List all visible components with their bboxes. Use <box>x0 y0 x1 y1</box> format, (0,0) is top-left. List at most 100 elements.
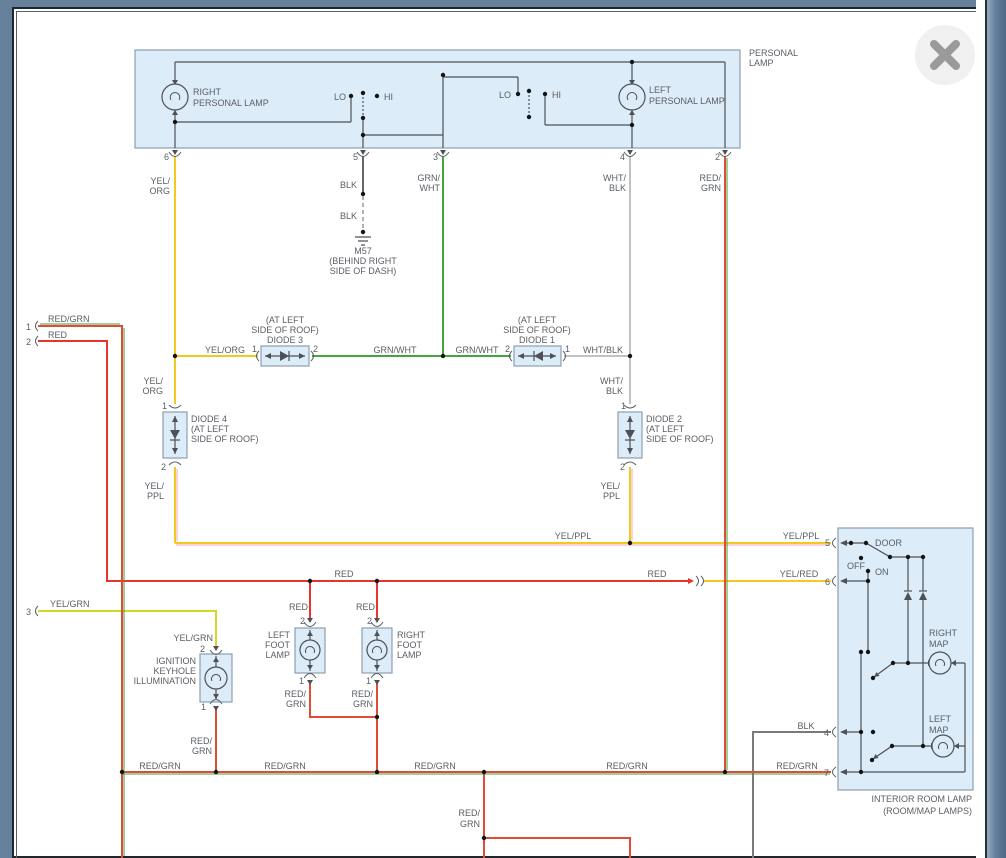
wire-label: WHT/ <box>603 173 626 183</box>
wire-blk <box>753 732 831 858</box>
ignition-label: ILLUMINATION <box>134 676 196 686</box>
wire-label: GRN <box>192 746 212 756</box>
wire-label: ORG <box>149 186 170 196</box>
pin-number: 1 <box>201 702 206 712</box>
wire-label: YEL/PPL <box>555 531 592 541</box>
lo-label: LO <box>499 90 511 100</box>
pin-number: 2 <box>313 344 318 354</box>
pin-number: 7 <box>824 768 829 778</box>
right-personal-lamp-label: PERSONAL LAMP <box>193 98 269 108</box>
wire-label: RED/ <box>190 736 212 746</box>
wire-label: YEL/ <box>600 481 620 491</box>
wire-label: RED/GRN <box>139 761 181 771</box>
diode-2-location: (AT LEFT <box>646 424 685 434</box>
diode-4-label: DIODE 4 <box>191 414 227 424</box>
diode-4-location: SIDE OF ROOF) <box>191 434 259 444</box>
wire-label: RED/GRN <box>606 761 648 771</box>
pin-number: 1 <box>299 676 304 686</box>
right-foot-lamp-bulb <box>367 640 387 660</box>
right-map-label: MAP <box>929 639 949 649</box>
left-foot-lamp-label: LEFT <box>268 630 291 640</box>
left-map-bulb <box>932 735 954 757</box>
wire-label: YEL/GRN <box>50 599 90 609</box>
right-foot-lamp-label: LAMP <box>397 650 422 660</box>
diode-2-label: DIODE 2 <box>646 414 682 424</box>
pin-number: 1 <box>366 676 371 686</box>
wire-label: GRN <box>353 699 373 709</box>
component-boxes <box>135 50 973 790</box>
wire-label: YEL/GRN <box>173 633 213 643</box>
wire-label: PPL <box>147 491 164 501</box>
diode-3-location: SIDE OF ROOF) <box>251 325 319 335</box>
right-map-bulb <box>929 652 951 674</box>
wire-label: WHT <box>420 183 441 193</box>
wire-red-grn <box>38 326 122 858</box>
wire-red-grn <box>484 838 630 858</box>
pin-number: 2 <box>367 616 372 626</box>
wire-label: YEL/RED <box>780 569 819 579</box>
wire-label: PPL <box>603 491 620 501</box>
wire-label: BLK <box>797 721 814 731</box>
wire-label: RED/GRN <box>776 761 818 771</box>
switch-on-label: ON <box>875 567 889 577</box>
wire-label: RED <box>334 569 354 579</box>
pin-number: 2 <box>161 462 166 472</box>
wire-label: YEL/ORG <box>205 345 245 355</box>
personal-lamp-title: PERSONAL <box>749 48 798 58</box>
ground-location: SIDE OF DASH) <box>330 266 397 276</box>
personal-lamp-title: LAMP <box>749 58 774 68</box>
left-map-label: LEFT <box>929 714 952 724</box>
right-personal-lamp-label: RIGHT <box>193 87 222 97</box>
left-personal-lamp-label: PERSONAL LAMP <box>649 96 725 106</box>
wire-label: GRN/WHT <box>374 345 417 355</box>
ignition-keyhole-bulb <box>205 667 227 689</box>
diode-1-location: SIDE OF ROOF) <box>503 325 571 335</box>
left-map-label: MAP <box>929 725 949 735</box>
right-foot-lamp-label: RIGHT <box>397 630 426 640</box>
wire-label: ORG <box>142 386 163 396</box>
pin-number: 2 <box>715 152 720 162</box>
left-foot-lamp-label: FOOT <box>265 640 290 650</box>
wire-label: RED/GRN <box>414 761 456 771</box>
pin-number: 4 <box>824 728 829 738</box>
wire-label: WHT/ <box>600 376 623 386</box>
right-personal-lamp-bulb <box>162 84 188 110</box>
pin-number: 1 <box>162 401 167 411</box>
wires <box>38 156 831 858</box>
left-foot-lamp-label: LAMP <box>265 650 290 660</box>
pin-number: 2 <box>620 462 625 472</box>
pin-number: 1 <box>621 401 626 411</box>
wire-label: BLK <box>340 180 357 190</box>
ground-location: (BEHIND RIGHT <box>329 256 397 266</box>
diode-3-location: (AT LEFT <box>266 315 305 325</box>
diode-2-location: SIDE OF ROOF) <box>646 434 714 444</box>
interior-room-lamp-title: INTERIOR ROOM LAMP <box>871 794 972 804</box>
wire-label: RED/GRN <box>264 761 306 771</box>
pin-number: 1 <box>565 344 570 354</box>
diode-1-location: (AT LEFT <box>518 315 557 325</box>
close-button[interactable] <box>915 25 975 85</box>
diode-1-label: DIODE 1 <box>519 335 555 345</box>
lo-label: LO <box>334 92 346 102</box>
left-personal-lamp-bulb <box>619 84 645 110</box>
wire-label: RED/ <box>458 808 480 818</box>
pin-number: 2 <box>26 337 31 347</box>
pin-number: 2 <box>300 616 305 626</box>
wire-label: RED <box>48 330 68 340</box>
hi-label: HI <box>384 92 393 102</box>
wire-label: YEL/ <box>150 176 170 186</box>
ignition-label: KEYHOLE <box>153 666 196 676</box>
wire-label: GRN <box>701 183 721 193</box>
pin-number: 3 <box>433 152 438 162</box>
left-personal-lamp-label: LEFT <box>649 85 672 95</box>
wire-label: RED/ <box>351 689 373 699</box>
pin-number: 2 <box>200 644 205 654</box>
right-map-label: RIGHT <box>929 628 958 638</box>
wire-label: GRN/ <box>418 173 441 183</box>
wire-label: YEL/ <box>143 376 163 386</box>
wire-label: RED/GRN <box>48 314 90 324</box>
interior-room-lamp-title: (ROOM/MAP LAMPS) <box>883 806 972 816</box>
hi-label: HI <box>552 90 561 100</box>
wiring-diagram: PERSONAL LAMP RIGHT PERSONAL LAMP LEFT P… <box>0 0 1006 858</box>
pin-number: 6 <box>164 152 169 162</box>
